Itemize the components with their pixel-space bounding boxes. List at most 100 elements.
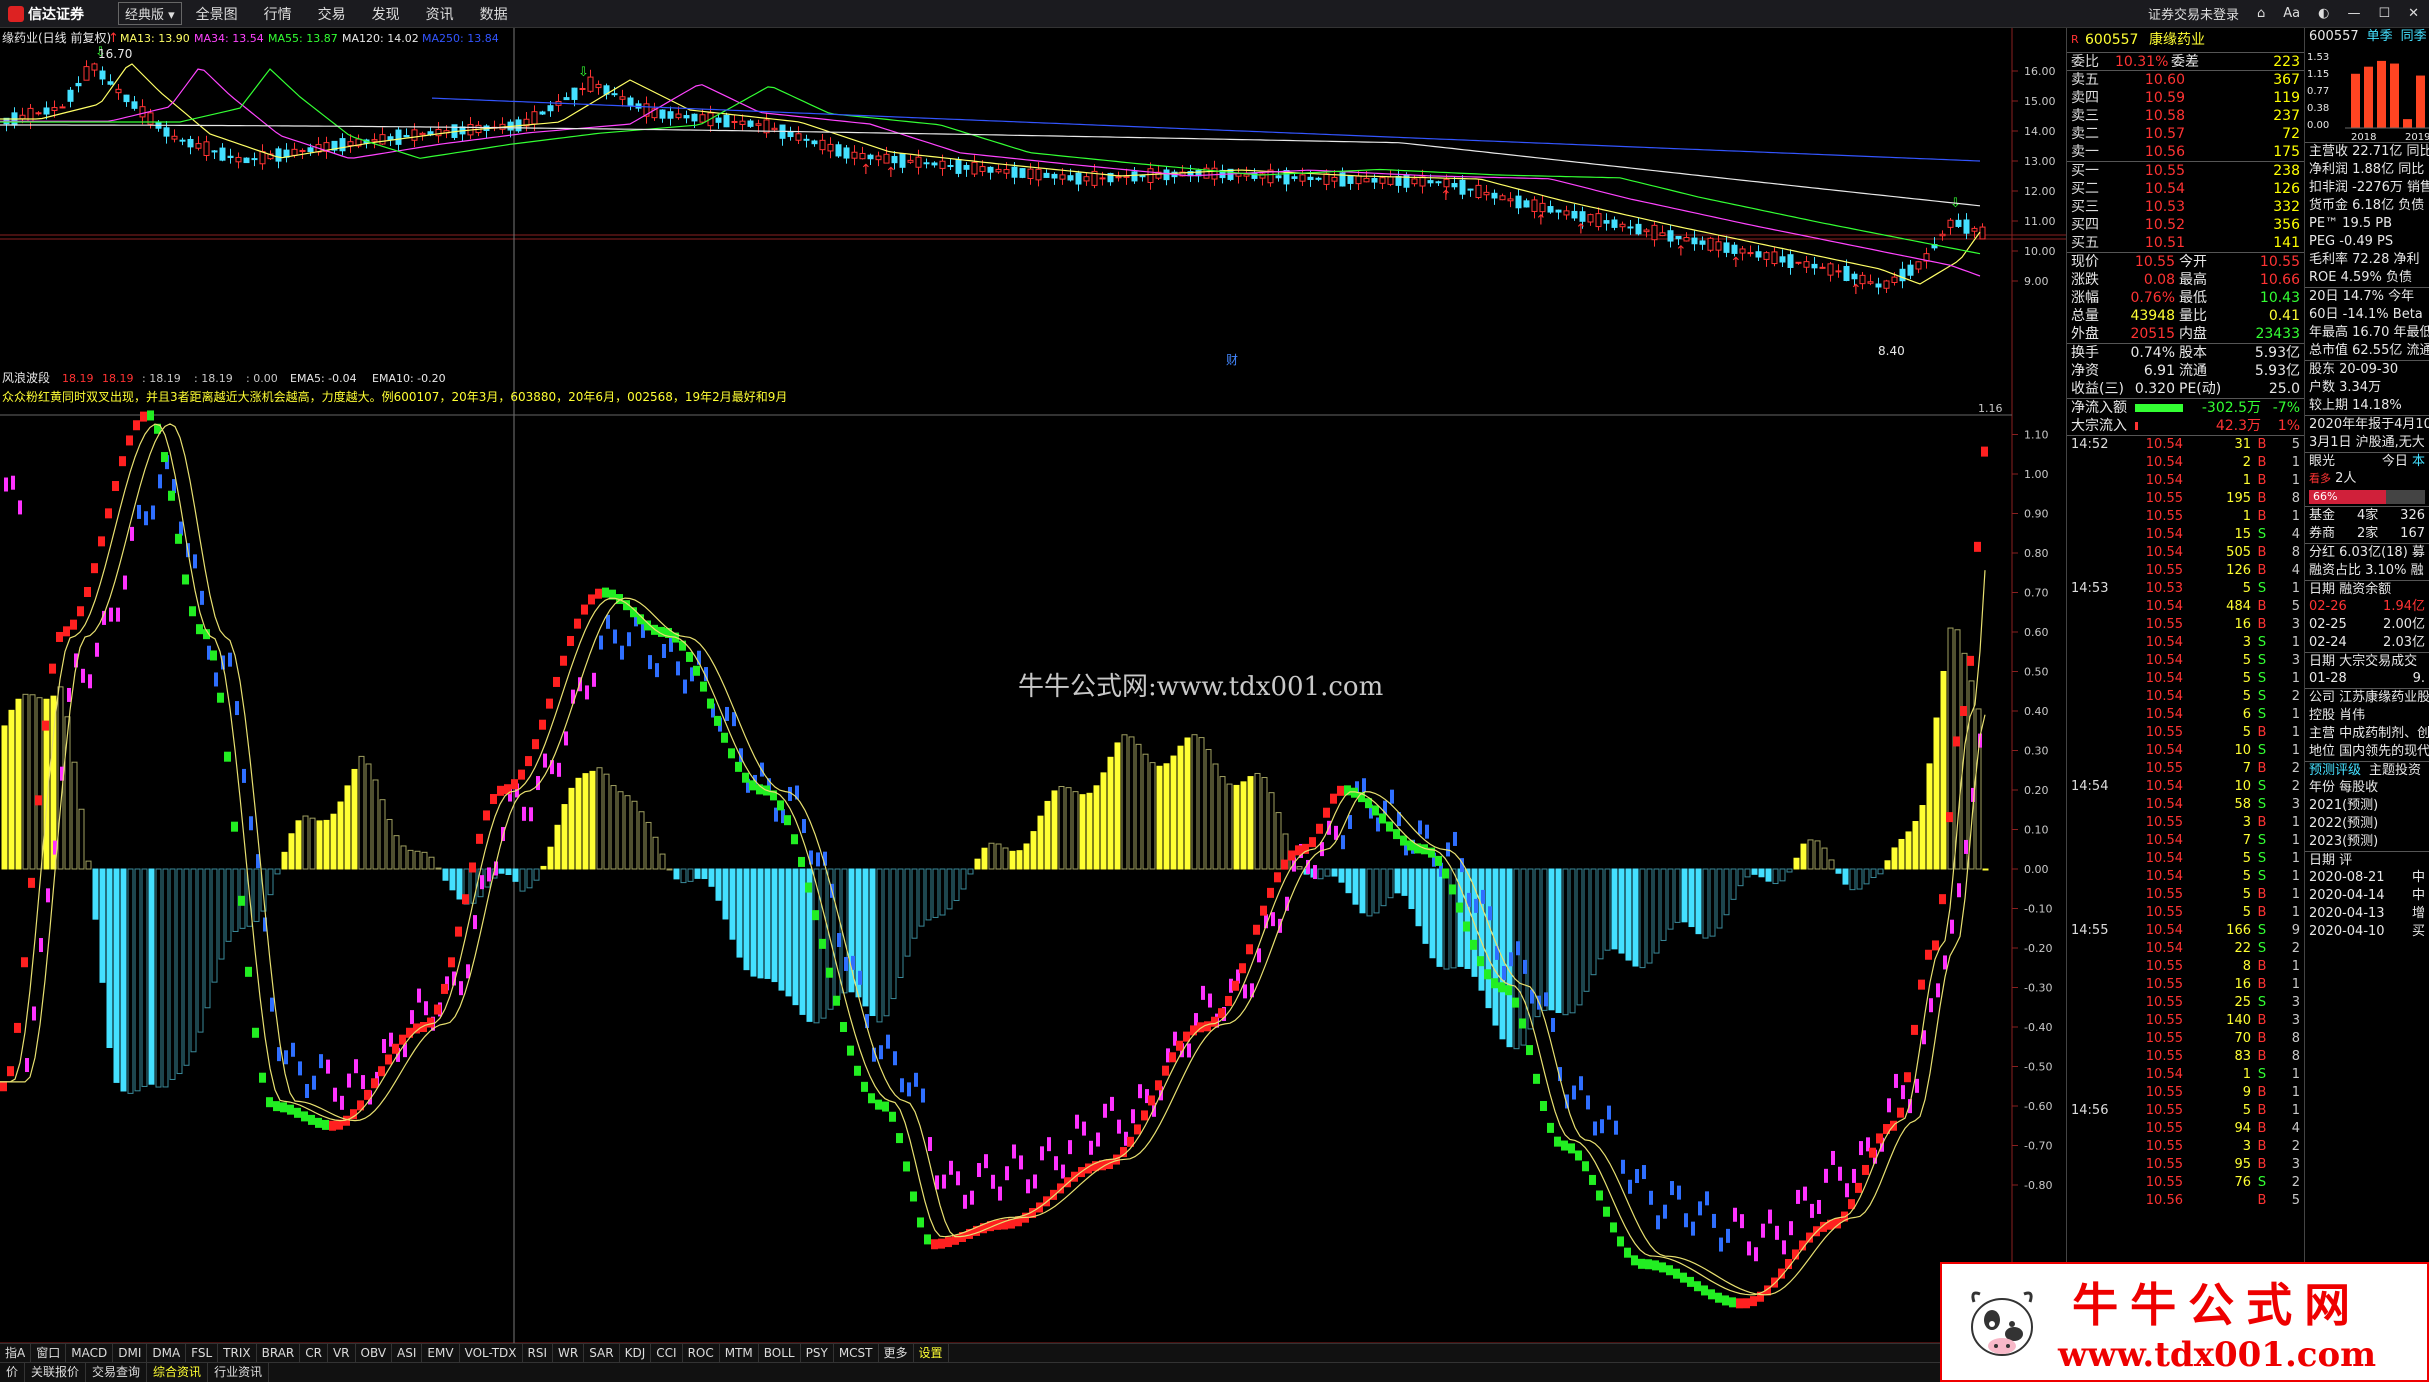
tick-row[interactable]: 10.55 5 B 1 (2067, 886, 2304, 904)
tick-row[interactable]: 14:54 10.54 10 S 2 (2067, 778, 2304, 796)
rating-row[interactable]: 2020-04-10 买 (2305, 923, 2429, 941)
indicator-tab[interactable]: DMI (113, 1344, 148, 1362)
tick-row[interactable]: 14:52 10.54 31 B 5 (2067, 436, 2304, 454)
indicator-tab[interactable]: FSL (186, 1344, 219, 1362)
tick-row[interactable]: 10.54 2 B 1 (2067, 454, 2304, 472)
indicator-tab[interactable]: RSI (523, 1344, 554, 1362)
rating-row[interactable]: 2020-04-14 中 (2305, 887, 2429, 905)
tick-row[interactable]: 10.54 22 S 2 (2067, 940, 2304, 958)
rating-row[interactable]: 2020-08-21 中 (2305, 869, 2429, 887)
menu-trade[interactable]: 交易 (318, 4, 346, 24)
tab-forecast[interactable]: 预测评级 (2309, 762, 2361, 779)
tick-row[interactable]: 10.54 5 S 3 (2067, 652, 2304, 670)
tick-row[interactable]: 10.54 5 S 1 (2067, 850, 2304, 868)
indicator-tab[interactable]: MTM (720, 1344, 759, 1362)
indicator-tab[interactable]: 指A (0, 1344, 32, 1362)
tick-row[interactable]: 10.54 7 S 1 (2067, 832, 2304, 850)
tick-row[interactable]: 10.55 1 B 1 (2067, 508, 2304, 526)
tick-row[interactable]: 10.55 140 B 3 (2067, 1012, 2304, 1030)
tick-row[interactable]: 10.55 126 B 4 (2067, 562, 2304, 580)
tick-row[interactable]: 10.54 505 B 8 (2067, 544, 2304, 562)
indicator-tab[interactable]: MACD (66, 1344, 114, 1362)
indicator-tab[interactable]: VR (328, 1344, 356, 1362)
tick-row[interactable]: 14:53 10.53 5 S 1 (2067, 580, 2304, 598)
tick-row[interactable]: 10.54 1 B 1 (2067, 472, 2304, 490)
indicator-tab[interactable]: 窗口 (31, 1344, 67, 1362)
skin-icon[interactable]: ◐ (2318, 6, 2329, 21)
maximize-icon[interactable]: ☐ (2378, 6, 2390, 21)
tick-row[interactable]: 10.55 7 B 2 (2067, 760, 2304, 778)
tick-row[interactable]: 10.55 3 B 1 (2067, 814, 2304, 832)
tick-row[interactable]: 10.55 195 B 8 (2067, 490, 2304, 508)
indicator-tab[interactable]: DMA (147, 1344, 187, 1362)
tick-row[interactable]: 10.55 95 B 3 (2067, 1156, 2304, 1174)
finance-marker[interactable]: 财 (1226, 353, 1238, 367)
tick-row[interactable]: 10.55 25 S 3 (2067, 994, 2304, 1012)
indicator-tab[interactable]: 更多 (879, 1344, 914, 1362)
font-size-button[interactable]: Aa (2283, 6, 2300, 21)
tick-row[interactable]: 10.55 5 B 1 (2067, 904, 2304, 922)
bottom-tab[interactable]: 行业资讯 (208, 1363, 270, 1382)
bottom-tab[interactable]: 关联报价 (25, 1363, 87, 1382)
tab-theme[interactable]: 主题投资 (2369, 762, 2421, 779)
indicator-tab[interactable]: EMV (422, 1344, 460, 1362)
tick-row[interactable]: 10.54 15 S 4 (2067, 526, 2304, 544)
tick-row[interactable]: 10.54 3 S 1 (2067, 634, 2304, 652)
tick-row[interactable]: 10.54 10 S 1 (2067, 742, 2304, 760)
tick-row[interactable]: 10.56 B 5 (2067, 1192, 2304, 1210)
tab-single-quarter[interactable]: 单季 (2367, 28, 2393, 46)
menu-news[interactable]: 资讯 (426, 4, 454, 24)
bottom-tab[interactable]: 综合资讯 (147, 1363, 209, 1382)
tick-row[interactable]: 10.54 5 S 2 (2067, 688, 2304, 706)
tick-row[interactable]: 10.54 484 B 5 (2067, 598, 2304, 616)
close-icon[interactable]: ✕ (2408, 6, 2419, 21)
tick-row[interactable]: 10.54 58 S 3 (2067, 796, 2304, 814)
tick-row[interactable]: 10.55 70 B 8 (2067, 1030, 2304, 1048)
menu-quotes[interactable]: 行情 (264, 4, 292, 24)
indicator-tab[interactable]: MCST (834, 1344, 879, 1362)
trade-login-status[interactable]: 证券交易未登录 (2148, 4, 2239, 23)
tick-trades-list[interactable]: 14:52 10.54 31 B 5 10.54 2 B 1 10.54 1 B 1 10.55 195 B 8… (2067, 435, 2304, 1210)
indicator-tab[interactable]: VOL-TDX (460, 1344, 523, 1362)
tick-row[interactable]: 14:56 10.55 5 B 1 (2067, 1102, 2304, 1120)
tick-row[interactable]: 10.55 94 B 4 (2067, 1120, 2304, 1138)
tick-row[interactable]: 10.54 1 S 1 (2067, 1066, 2304, 1084)
tick-row[interactable]: 10.55 16 B 3 (2067, 616, 2304, 634)
menu-panorama[interactable]: 全景图 (196, 4, 238, 24)
indicator-tab[interactable]: PSY (801, 1344, 834, 1362)
indicator-tab[interactable]: SAR (584, 1344, 620, 1362)
chart-area[interactable]: 缘药业(日线 前复权) ↑ MA13: 13.90 MA34: 13.54 MA55… (0, 28, 2066, 1350)
tick-row[interactable]: 10.54 5 S 1 (2067, 868, 2304, 886)
indicator-tab[interactable]: WR (553, 1344, 585, 1362)
tick-row[interactable]: 10.55 3 B 2 (2067, 1138, 2304, 1156)
indicator-tab[interactable]: CR (300, 1344, 328, 1362)
tick-row[interactable]: 10.54 6 S 1 (2067, 706, 2304, 724)
menu-discover[interactable]: 发现 (372, 4, 400, 24)
bottom-tab[interactable]: 价 (0, 1363, 26, 1382)
rating-row[interactable]: 2020-04-13 增 (2305, 905, 2429, 923)
notification-icon[interactable]: ⌂ (2257, 6, 2265, 21)
tick-row[interactable]: 10.55 5 B 1 (2067, 724, 2304, 742)
tick-row[interactable]: 10.55 16 B 1 (2067, 976, 2304, 994)
tick-row[interactable]: 10.55 83 B 8 (2067, 1048, 2304, 1066)
tick-row[interactable]: 14:55 10.54 166 S 9 (2067, 922, 2304, 940)
menu-data[interactable]: 数据 (480, 4, 508, 24)
indicator-tab[interactable]: KDJ (620, 1344, 652, 1362)
indicator-tab[interactable]: TRIX (218, 1344, 257, 1362)
chart-canvas[interactable]: 缘药业(日线 前复权) ↑ MA13: 13.90 MA34: 13.54 MA55… (0, 28, 2066, 1350)
indicator-tab[interactable]: BRAR (257, 1344, 301, 1362)
tick-row[interactable]: 10.55 8 B 1 (2067, 958, 2304, 976)
tab-same-quarter[interactable]: 同季 (2401, 28, 2427, 46)
minimize-icon[interactable]: — (2347, 6, 2360, 21)
edition-selector[interactable]: 经典版 ▾ (118, 2, 182, 25)
tick-row[interactable]: 10.55 9 B 1 (2067, 1084, 2304, 1102)
indicator-tab[interactable]: ASI (392, 1344, 423, 1362)
tick-row[interactable]: 10.55 76 S 2 (2067, 1174, 2304, 1192)
tick-row[interactable]: 10.54 5 S 1 (2067, 670, 2304, 688)
bottom-tab[interactable]: 交易查询 (86, 1363, 148, 1382)
indicator-tab[interactable]: ROC (683, 1344, 720, 1362)
indicator-tab[interactable]: 设置 (914, 1344, 949, 1362)
indicator-tab[interactable]: BOLL (759, 1344, 801, 1362)
indicator-tab[interactable]: OBV (356, 1344, 393, 1362)
indicator-tab[interactable]: CCI (651, 1344, 683, 1362)
